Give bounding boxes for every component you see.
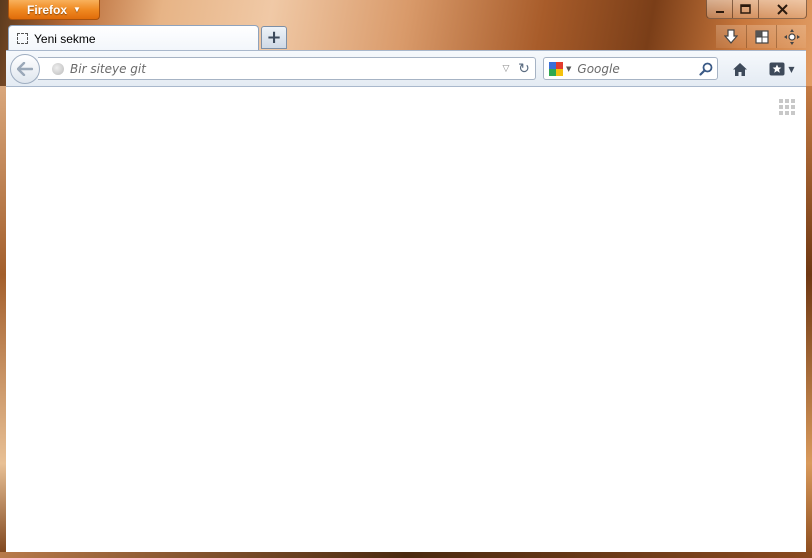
maximize-button[interactable] (733, 0, 759, 19)
home-button[interactable] (726, 57, 754, 81)
window-frame-bottom (0, 552, 812, 558)
chevron-down-icon: ▼ (566, 64, 572, 73)
magnifier-icon (699, 62, 713, 76)
firefox-menu-label: Firefox (27, 2, 68, 17)
search-input[interactable] (577, 61, 695, 76)
bookmarks-menu-button[interactable]: ▼ (764, 57, 800, 81)
tab-title: Yeni sekme (34, 31, 96, 46)
search-button[interactable] (695, 62, 717, 76)
grid-icon (779, 99, 783, 103)
downloads-button[interactable] (716, 25, 746, 48)
tabbar-toolbar (716, 25, 806, 48)
tab-groups-icon (754, 29, 769, 44)
location-bar[interactable]: ▽ ↻ (38, 57, 536, 80)
site-identity-icon[interactable] (52, 62, 64, 75)
blank-page-icon (17, 33, 28, 44)
bookmark-star-icon (769, 62, 785, 76)
google-icon (549, 61, 563, 76)
download-arrow-icon (724, 28, 738, 44)
tab-groups-button[interactable] (746, 25, 776, 48)
close-icon (777, 3, 788, 15)
search-bar[interactable]: ▼ (543, 57, 718, 80)
window-controls (706, 0, 807, 19)
chevron-down-icon: ▼ (788, 64, 795, 74)
move-cross-icon (783, 28, 800, 45)
maximize-icon (740, 4, 751, 14)
url-input[interactable] (70, 61, 499, 76)
back-button[interactable] (10, 54, 40, 84)
close-window-button[interactable] (759, 0, 807, 19)
back-arrow-icon (17, 62, 33, 76)
plus-icon: + (266, 27, 282, 48)
new-tab-grid-toggle[interactable] (779, 99, 795, 115)
home-icon (733, 62, 747, 76)
new-tab-button[interactable]: + (261, 26, 287, 49)
navigation-toolbar: ▽ ↻ ▼ (6, 50, 806, 87)
customize-toolbar-button[interactable] (776, 25, 806, 48)
minimize-icon (715, 11, 724, 13)
history-dropdown-icon[interactable]: ▽ (499, 64, 513, 74)
chevron-down-icon: ▼ (73, 5, 81, 14)
minimize-button[interactable] (706, 0, 733, 19)
reload-icon[interactable]: ↻ (513, 61, 535, 77)
firefox-menu-button[interactable]: Firefox ▼ (8, 0, 100, 20)
tab-new-tab[interactable]: Yeni sekme (8, 25, 259, 51)
search-engine-selector[interactable]: ▼ (544, 61, 571, 77)
page-content (6, 87, 806, 552)
